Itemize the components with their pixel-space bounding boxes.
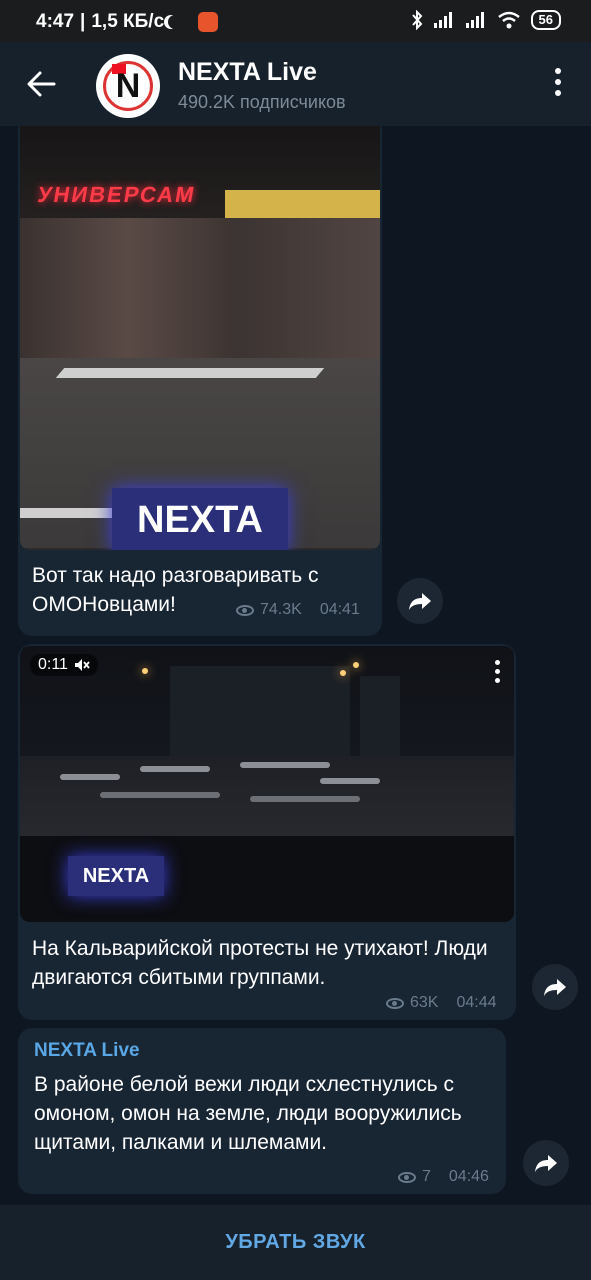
message-meta: 74.3K 04:41 (236, 601, 360, 619)
more-vertical-icon[interactable] (555, 68, 561, 98)
message-video[interactable]: NEXTA 0:11 (20, 646, 514, 922)
message-list[interactable]: УНИВЕРСАМ NEXTA Вот так надо разговарива… (0, 126, 591, 1205)
channel-title[interactable]: NEXTA Live (178, 58, 317, 87)
message-time: 04:46 (448, 1168, 489, 1185)
watermark-logo: NEXTA (112, 488, 288, 550)
message-bubble-photo[interactable]: УНИВЕРСАМ NEXTA Вот так надо разговарива… (18, 126, 382, 636)
message-time: 04:44 (456, 994, 497, 1011)
photo-store-sign: УНИВЕРСАМ (35, 182, 198, 207)
status-left: 4:47 | 1,5 КБ/с (36, 11, 219, 33)
mute-channel-bar: УБРАТЬ ЗВУК (0, 1205, 591, 1280)
view-count: 74.3K (260, 601, 302, 618)
share-button[interactable] (397, 578, 443, 624)
share-icon (535, 1155, 557, 1172)
video-duration: 0:11 (30, 654, 98, 676)
message-bubble-video[interactable]: NEXTA 0:11 На Кальварийской протесты не … (18, 644, 516, 1020)
share-button[interactable] (532, 964, 578, 1010)
status-right: 56 (411, 10, 561, 30)
message-bubble-text[interactable]: NEXTA Live В районе белой вежи люди схле… (18, 1028, 506, 1194)
signal-icon (465, 12, 484, 28)
status-bar: 4:47 | 1,5 КБ/с 56 (0, 0, 591, 42)
message-caption: На Кальварийской протесты не утихают! Лю… (32, 937, 488, 989)
wifi-icon (497, 11, 520, 29)
mute-icon (74, 659, 90, 671)
views-icon (398, 1171, 416, 1183)
share-icon (544, 979, 566, 996)
message-meta: 7 04:46 (398, 1168, 489, 1186)
channel-avatar[interactable]: N (96, 54, 160, 118)
arrow-left-icon[interactable] (26, 70, 56, 98)
share-icon (409, 593, 431, 610)
share-button[interactable] (523, 1140, 569, 1186)
status-time: 4:47 (36, 11, 75, 32)
message-sender[interactable]: NEXTA Live (34, 1040, 140, 1062)
message-photo[interactable]: УНИВЕРСАМ NEXTA (20, 126, 380, 550)
message-text: В районе белой вежи люди схлестнулись с … (34, 1073, 462, 1154)
view-count: 7 (422, 1168, 431, 1185)
moon-icon (168, 15, 182, 29)
battery-indicator: 56 (530, 10, 561, 30)
more-vertical-icon[interactable] (495, 660, 500, 687)
app-notification-icon (198, 12, 219, 32)
message-meta: 63K 04:44 (386, 994, 497, 1012)
message-time: 04:41 (319, 601, 360, 618)
views-icon (236, 604, 254, 616)
photo-crowd (20, 218, 380, 368)
mute-channel-button[interactable]: УБРАТЬ ЗВУК (225, 1231, 365, 1254)
views-icon (386, 997, 404, 1009)
watermark-logo: NEXTA (68, 856, 164, 896)
view-count: 63K (410, 994, 439, 1011)
network-speed: 1,5 КБ/с (91, 11, 165, 32)
channel-header: N NEXTA Live 490.2K подписчиков (0, 42, 591, 126)
bluetooth-icon (411, 10, 422, 30)
signal-icon (433, 12, 452, 28)
subscriber-count: 490.2K подписчиков (178, 92, 346, 112)
